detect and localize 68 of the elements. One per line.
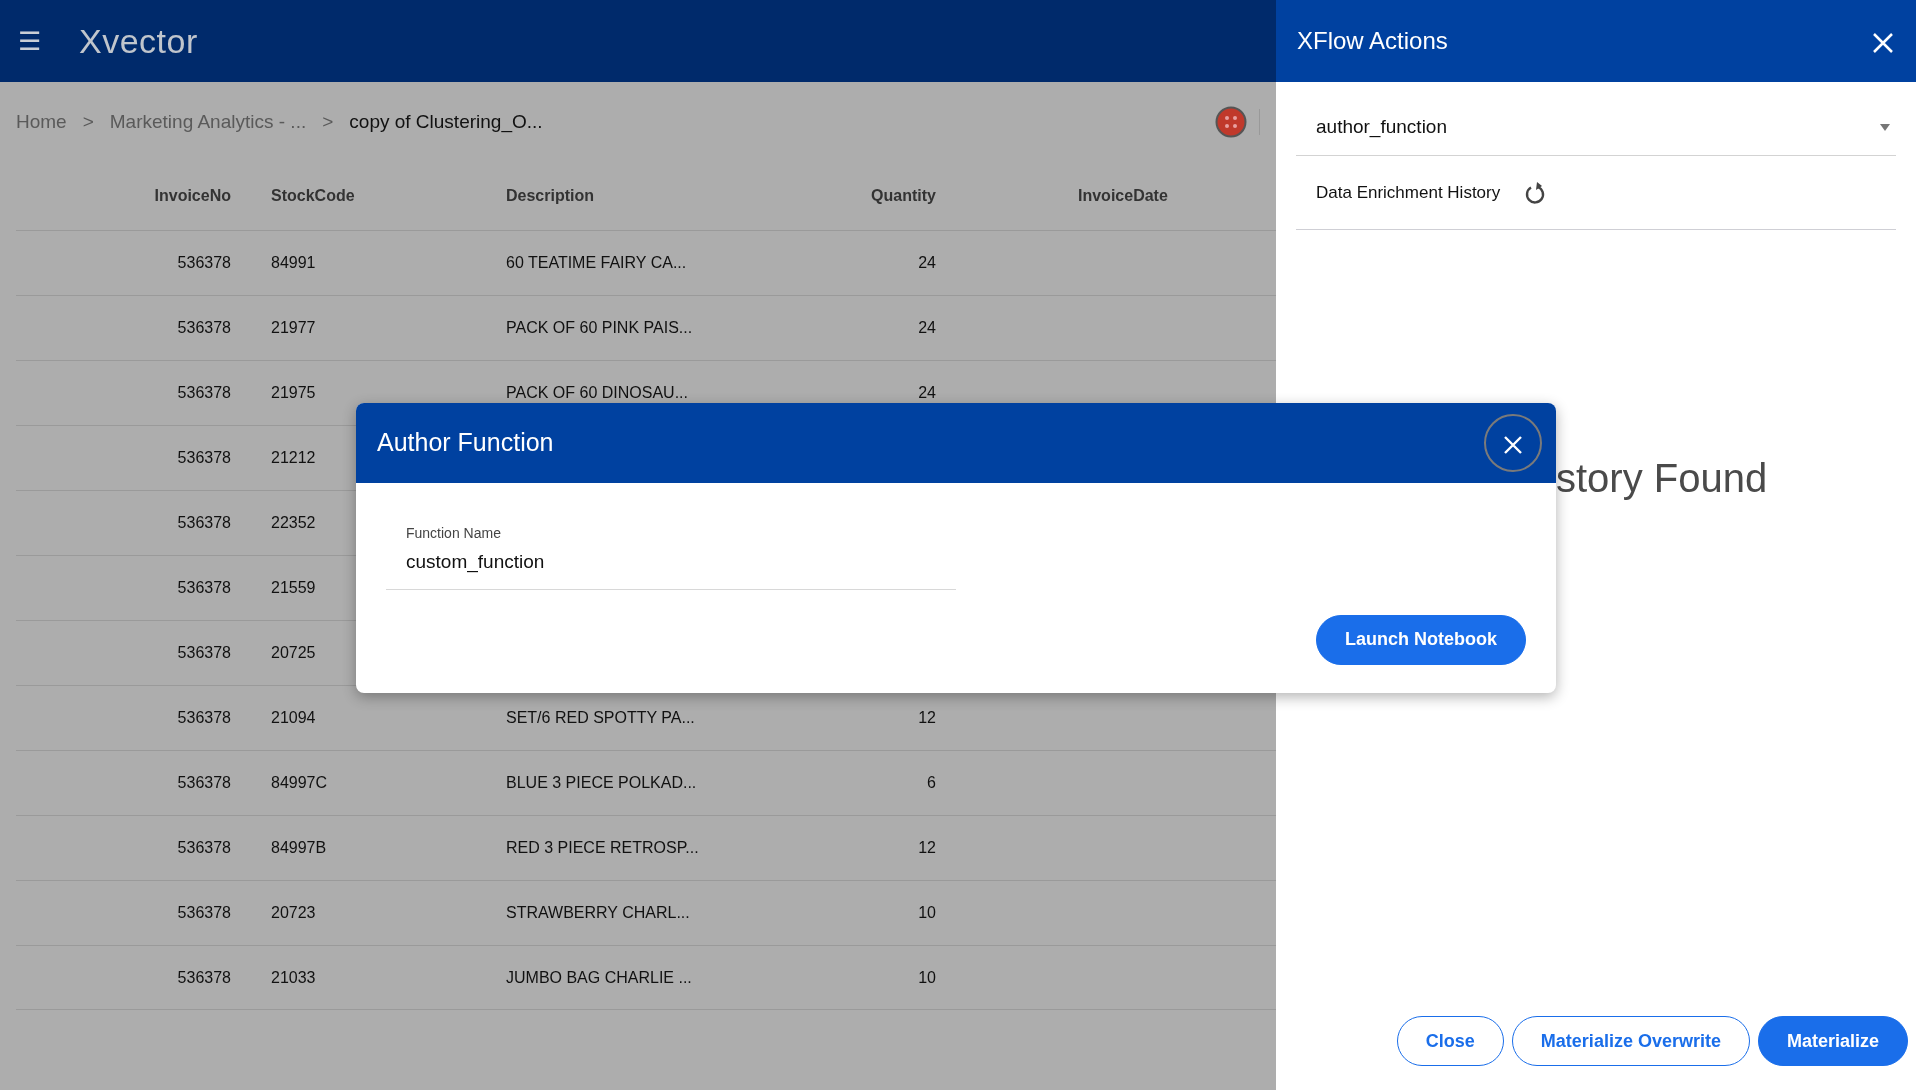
table-cell: 536378: [177, 384, 231, 401]
table-cell: STRAWBERRY CHARL...: [506, 904, 690, 921]
table-cell: 536378: [177, 774, 231, 791]
table-cell: PACK OF 60 PINK PAIS...: [506, 319, 693, 336]
breadcrumb-separator: >: [322, 109, 334, 134]
panel-title: XFlow Actions: [1297, 26, 1448, 56]
column-header: Description: [505, 186, 595, 206]
table-cell: 21033: [271, 968, 316, 986]
avatar-icon[interactable]: [1215, 106, 1247, 138]
table-cell: 12: [918, 709, 936, 726]
table-cell: 21212: [271, 449, 316, 466]
breadcrumb-link[interactable]: Home: [16, 107, 67, 137]
table-cell: 60 TEATIME FAIRY CA...: [506, 254, 687, 271]
breadcrumb-separator: >: [82, 109, 94, 134]
table-cell: 6: [927, 774, 936, 791]
table-cell: 536378: [177, 449, 231, 466]
table-cell: 24: [918, 254, 936, 271]
table-cell: 84997C: [271, 774, 328, 791]
close-button[interactable]: [1484, 414, 1542, 472]
table-cell: 84991: [271, 254, 316, 271]
refresh-icon[interactable]: [1524, 180, 1547, 205]
table-cell: 12: [918, 839, 936, 856]
logo: Xvector: [79, 20, 198, 62]
function-name-input[interactable]: custom_function: [406, 544, 956, 577]
column-header: InvoiceNo: [153, 186, 231, 206]
table-cell: 84997B: [271, 839, 327, 856]
table-cell: JUMBO BAG CHARLIE ...: [506, 968, 692, 986]
table-cell: 21977: [271, 319, 316, 336]
table-cell: 536378: [177, 319, 231, 336]
table-cell: 10: [918, 904, 936, 921]
table-cell: 24: [918, 384, 936, 401]
column-header: InvoiceDate: [1077, 186, 1169, 206]
table-cell: 536378: [177, 904, 231, 921]
table-cell: 10: [918, 968, 936, 986]
table-cell: 536378: [177, 709, 231, 726]
close-icon: [1503, 435, 1523, 456]
table-cell: BLUE 3 PIECE POLKAD...: [506, 774, 697, 791]
breadcrumb-link[interactable]: Marketing Analytics - ...: [109, 107, 307, 137]
dialog-title: Author Function: [377, 427, 554, 459]
table-cell: 21094: [271, 709, 316, 726]
action-select[interactable]: author_function: [1296, 100, 1896, 156]
field-label: Function Name: [406, 524, 502, 543]
launch-notebook-button[interactable]: Launch Notebook: [1316, 614, 1526, 665]
table-cell: 536378: [177, 968, 231, 986]
table-cell: 21559: [271, 579, 316, 596]
column-header: Quantity: [870, 186, 936, 206]
close-icon: [1872, 32, 1894, 55]
table-cell: 536378: [177, 839, 231, 856]
table-cell: PACK OF 60 DINOSAU...: [506, 384, 688, 401]
table-cell: 536378: [177, 579, 231, 596]
table-cell: 536378: [177, 644, 231, 661]
section-title: Data Enrichment History: [1316, 181, 1501, 204]
action-button[interactable]: Close: [1396, 1016, 1504, 1066]
table-cell: 24: [918, 319, 936, 336]
action-button[interactable]: Materialize Overwrite: [1511, 1016, 1750, 1066]
empty-message: story Found: [1555, 455, 1769, 502]
menu-button[interactable]: ☰: [0, 28, 41, 54]
table-cell: 20725: [271, 644, 316, 661]
table-cell: 20723: [271, 904, 316, 921]
column-header: StockCode: [270, 186, 356, 206]
table-cell: RED 3 PIECE RETROSP...: [506, 839, 699, 856]
caret-icon: [1880, 123, 1890, 132]
action-button[interactable]: Materialize: [1757, 1016, 1908, 1066]
table-cell: 536378: [177, 254, 231, 271]
table-cell: 21975: [271, 384, 316, 401]
table-cell: 536378: [177, 514, 231, 531]
table-cell: SET/6 RED SPOTTY PA...: [506, 709, 695, 726]
table-cell: 22352: [271, 514, 316, 531]
